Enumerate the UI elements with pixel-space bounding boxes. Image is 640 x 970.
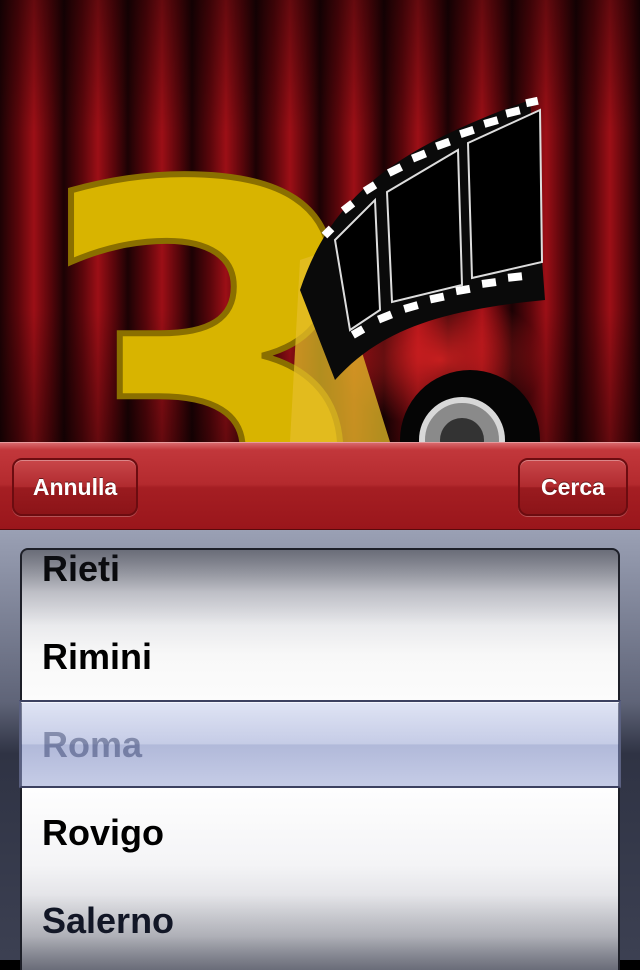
picker-item-selected[interactable]: Roma: [42, 701, 142, 789]
picker-item[interactable]: Rieti: [42, 550, 120, 613]
film-reel-icon: [400, 370, 540, 442]
city-picker[interactable]: Rieti Rimini Roma Rovigo Salerno: [0, 530, 640, 970]
hero-banner: 3: [0, 0, 640, 442]
picker-item[interactable]: Salerno: [42, 877, 174, 965]
toolbar: Annulla Cerca: [0, 442, 640, 530]
picker-item[interactable]: Rovigo: [42, 789, 164, 877]
cancel-button[interactable]: Annulla: [12, 458, 138, 516]
picker-item[interactable]: Rimini: [42, 613, 152, 701]
search-button[interactable]: Cerca: [518, 458, 628, 516]
picker-wheel[interactable]: Rieti Rimini Roma Rovigo Salerno: [20, 548, 620, 970]
hero-artwork: 3: [17, 74, 545, 442]
